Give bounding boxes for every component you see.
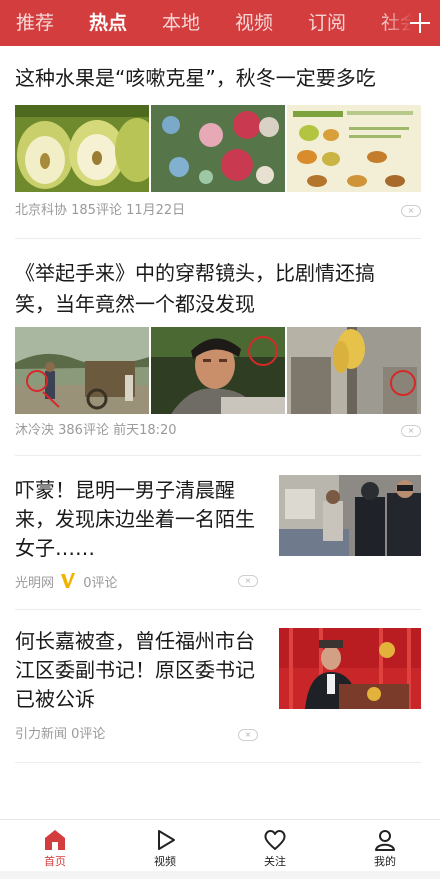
- flower-painting: [151, 105, 285, 192]
- tab-local[interactable]: 本地: [162, 10, 200, 36]
- article-images: [15, 327, 421, 414]
- article-meta: 北京科协 185评论 11月22日: [15, 203, 186, 218]
- news-feed[interactable]: 这种水果是“咳嗽克星”，秋冬一定要多吃 北京科协 185评论 11月22日 × …: [15, 46, 421, 763]
- fruit-infographic: [287, 105, 421, 192]
- nav-mine-label: 我的: [374, 855, 396, 868]
- article-title[interactable]: 这种水果是“咳嗽克星”，秋冬一定要多吃: [15, 63, 421, 94]
- article-title[interactable]: 吓蒙！昆明一男子清晨醒来，发现床边坐着一名陌生女子……: [15, 476, 255, 563]
- article-meta: 引力新闻 0评论: [15, 727, 106, 742]
- home-icon: [43, 828, 67, 852]
- home-indicator-area: [0, 871, 440, 879]
- bottom-nav: 首页 视频 关注 我的: [0, 819, 440, 871]
- dismiss-button[interactable]: ×: [401, 425, 421, 437]
- police-photo: [279, 475, 421, 556]
- nav-mine[interactable]: 我的: [330, 820, 440, 872]
- article-meta: 光明网 0评论: [15, 572, 117, 593]
- dismiss-button[interactable]: ×: [401, 205, 421, 217]
- article-title[interactable]: 何长嘉被查，曾任福州市台江区委副书记！原区委书记已被公诉: [15, 627, 255, 714]
- nav-video[interactable]: 视频: [110, 820, 220, 872]
- user-icon: [373, 828, 397, 852]
- film-still-face: [151, 327, 285, 414]
- article-card[interactable]: 吓蒙！昆明一男子清晨醒来，发现床边坐着一名陌生女子…… 光明网 0评论 ×: [15, 456, 421, 610]
- article-title[interactable]: 《举起手来》中的穿帮镜头，比剧情还搞笑，当年竟然一个都没发现: [15, 258, 387, 320]
- nav-home[interactable]: 首页: [0, 820, 110, 872]
- article-comments: 0评论: [83, 576, 118, 591]
- nav-home-label: 首页: [44, 855, 66, 868]
- article-card[interactable]: 何长嘉被查，曾任福州市台江区委副书记！原区委书记已被公诉 引力新闻 0评论 ×: [15, 610, 421, 763]
- official-photo: [279, 628, 421, 709]
- film-still-corn: [287, 327, 421, 414]
- channel-bar: 推荐 热点 本地 视频 订阅 社会: [0, 0, 440, 46]
- film-still-cart: [15, 327, 149, 414]
- pear-photo: [15, 105, 149, 192]
- dismiss-button[interactable]: ×: [238, 729, 258, 741]
- heart-icon: [263, 828, 287, 852]
- add-channel-icon[interactable]: [410, 13, 430, 33]
- article-meta: 沐冷泱 386评论 前天18:20: [15, 423, 177, 438]
- play-icon: [153, 828, 177, 852]
- article-card[interactable]: 这种水果是“咳嗽克星”，秋冬一定要多吃 北京科协 185评论 11月22日 ×: [15, 46, 421, 239]
- nav-video-label: 视频: [154, 855, 176, 868]
- tab-hot[interactable]: 热点: [89, 10, 127, 36]
- article-source: 光明网: [15, 576, 55, 591]
- tab-subscribe[interactable]: 订阅: [308, 10, 346, 36]
- article-card[interactable]: 《举起手来》中的穿帮镜头，比剧情还搞笑，当年竟然一个都没发现 沐冷泱 386评论…: [15, 239, 421, 456]
- article-images: [15, 105, 421, 192]
- nav-follow[interactable]: 关注: [220, 820, 330, 872]
- nav-follow-label: 关注: [264, 855, 286, 868]
- tab-video[interactable]: 视频: [235, 10, 273, 36]
- tab-recommend[interactable]: 推荐: [16, 10, 54, 36]
- verified-icon: [61, 573, 76, 593]
- dismiss-button[interactable]: ×: [238, 575, 258, 587]
